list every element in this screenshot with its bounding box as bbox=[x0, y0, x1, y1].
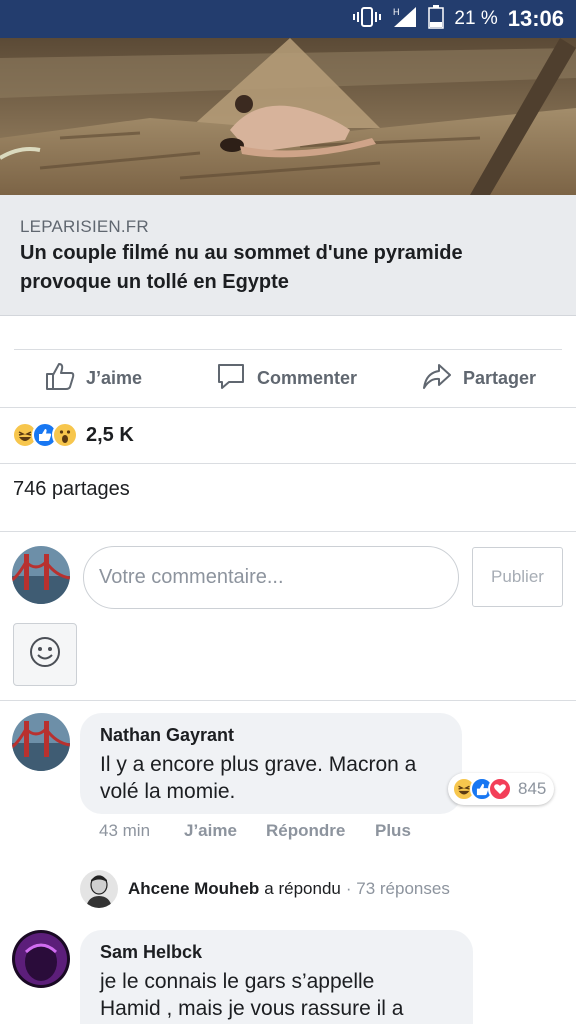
comment-reply-link[interactable]: Répondre bbox=[266, 821, 345, 841]
reactions-count: 2,5 K bbox=[86, 423, 134, 446]
reply-author-avatar bbox=[80, 870, 118, 908]
comment-author-avatar[interactable] bbox=[12, 930, 70, 988]
comment-more-link[interactable]: Plus bbox=[375, 821, 411, 841]
battery-percent: 21 % bbox=[454, 8, 498, 29]
share-arrow-icon bbox=[421, 360, 453, 397]
divider bbox=[0, 463, 576, 464]
divider bbox=[0, 531, 576, 532]
reply-count: · 73 réponses bbox=[345, 879, 450, 898]
share-label: Partager bbox=[463, 367, 537, 388]
clock: 13:06 bbox=[507, 6, 564, 31]
share-button[interactable]: Partager bbox=[421, 360, 536, 396]
comment-text: Il y a encore plus grave. Macron a volé … bbox=[100, 753, 417, 803]
battery-icon bbox=[428, 4, 445, 34]
svg-text:H: H bbox=[393, 7, 400, 17]
comment-input[interactable] bbox=[83, 546, 459, 609]
comment-reaction-count: 845 bbox=[518, 779, 547, 798]
comment-like-link[interactable]: J’aime bbox=[184, 821, 237, 841]
emoji-button[interactable] bbox=[13, 623, 77, 686]
link-title: Un couple filmé nu au sommet d'une pyram… bbox=[20, 242, 463, 293]
like-button[interactable]: J’aime bbox=[44, 360, 142, 396]
divider bbox=[0, 700, 576, 701]
status-bar: H 21 % 13:06 bbox=[0, 0, 576, 38]
comment-button[interactable]: Commenter bbox=[215, 360, 357, 396]
reactions-summary[interactable]: 2,5 K bbox=[12, 420, 134, 450]
publish-button[interactable]: Publier bbox=[472, 547, 563, 607]
comment-label: Commenter bbox=[257, 367, 358, 388]
reply-author: Ahcene Mouheb bbox=[128, 879, 260, 898]
like-label: J’aime bbox=[86, 367, 143, 388]
wow-icon bbox=[52, 422, 78, 448]
comment-text: je le connais le gars s’appelle Hamid , … bbox=[100, 970, 404, 1020]
signal-icon: H bbox=[392, 5, 418, 34]
comment-author[interactable]: Sam Helbck bbox=[100, 942, 202, 963]
current-user-avatar[interactable] bbox=[12, 546, 70, 604]
comment-bubble[interactable]: Nathan Gayrant Il y a encore plus grave.… bbox=[80, 713, 462, 814]
love-icon bbox=[488, 777, 512, 801]
link-domain: LEPARISIEN.FR bbox=[20, 217, 149, 236]
replies-summary[interactable]: Ahcene Mouheb a répondu · 73 réponses bbox=[80, 870, 450, 908]
smiley-icon bbox=[29, 636, 61, 673]
comment-author[interactable]: Nathan Gayrant bbox=[100, 725, 234, 746]
comment-bubble[interactable]: Sam Helbck je le connais le gars s’appel… bbox=[80, 930, 473, 1024]
comment-reactions[interactable]: 845 bbox=[448, 773, 555, 805]
divider bbox=[14, 349, 562, 350]
speech-bubble-icon bbox=[215, 360, 247, 397]
shares-count[interactable]: 746 partages bbox=[13, 478, 130, 501]
comment-author-avatar[interactable] bbox=[12, 713, 70, 771]
article-image[interactable] bbox=[0, 38, 576, 195]
vibrate-icon bbox=[352, 6, 382, 33]
reply-verb: a répondu bbox=[264, 879, 341, 898]
comment-time[interactable]: 43 min bbox=[99, 821, 150, 841]
divider bbox=[0, 407, 576, 408]
thumbs-up-icon bbox=[44, 360, 76, 397]
link-card[interactable]: LEPARISIEN.FR Un couple filmé nu au somm… bbox=[0, 195, 576, 316]
status-icons: H 21 % 13:06 bbox=[352, 0, 564, 38]
